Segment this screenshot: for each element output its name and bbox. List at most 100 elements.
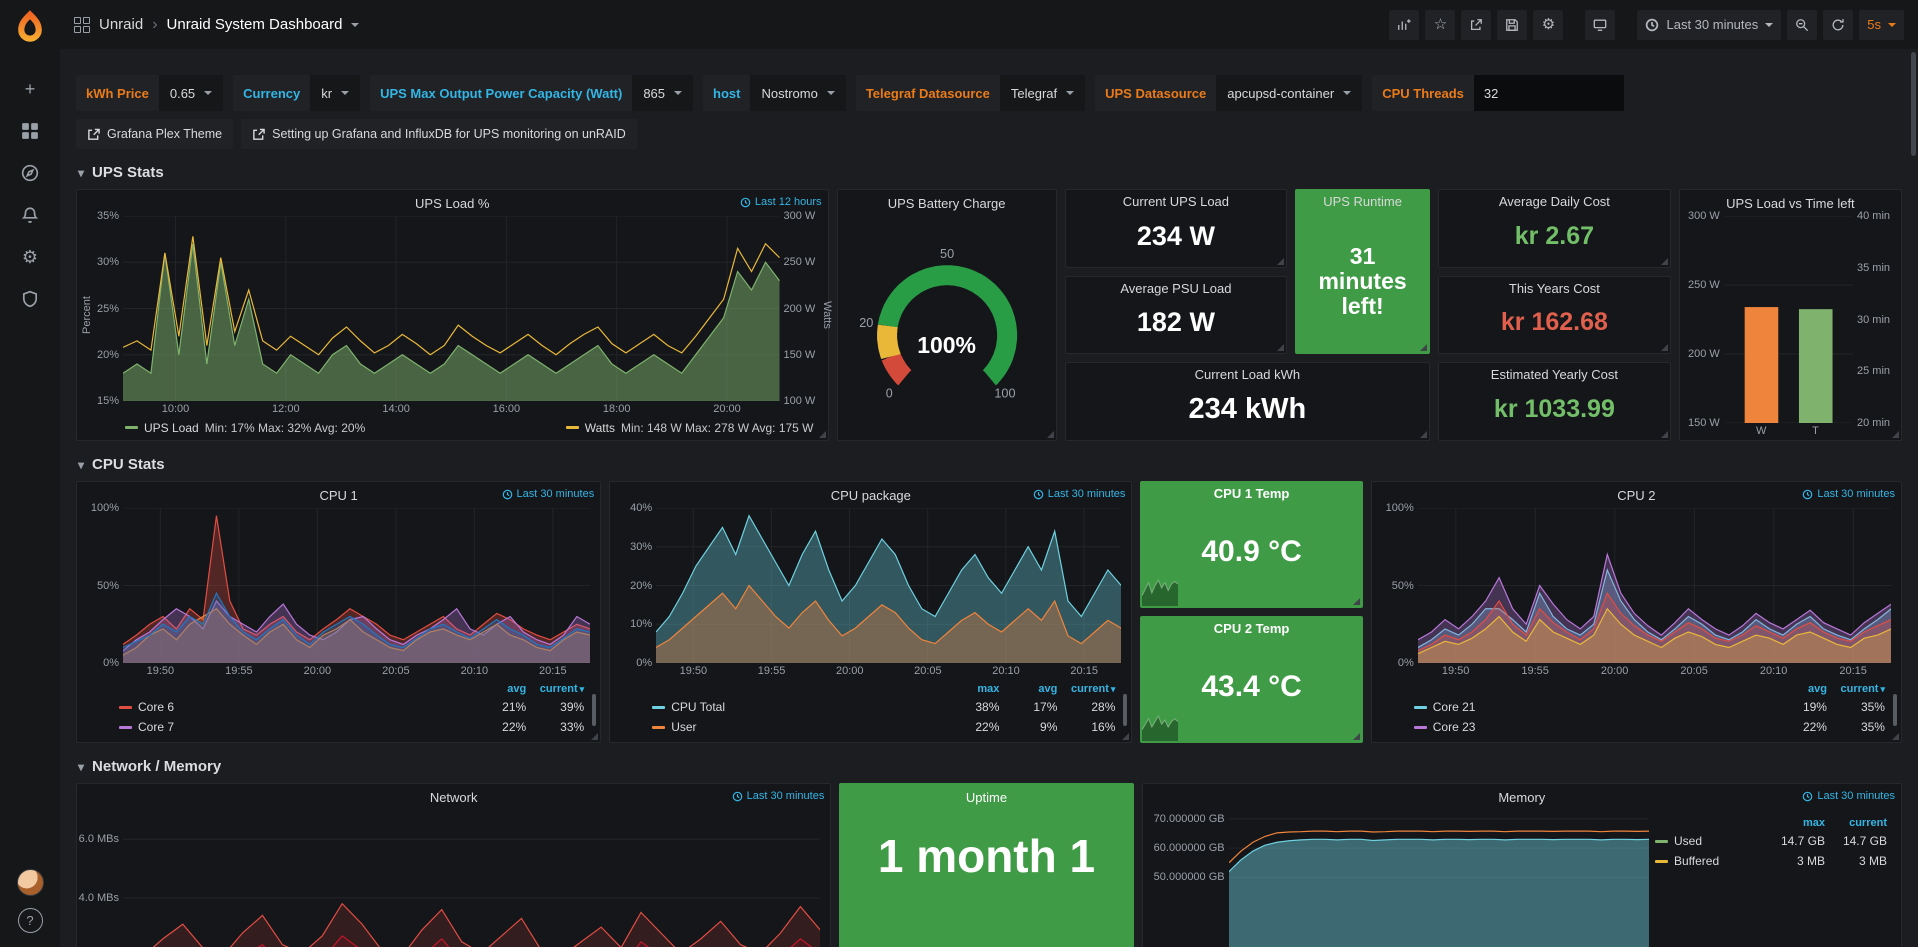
panel-resize-handle[interactable] bbox=[1420, 431, 1427, 438]
panel-resize-handle[interactable] bbox=[1420, 344, 1427, 351]
panel-resize-handle[interactable] bbox=[1892, 431, 1899, 438]
legend-series-toggle[interactable]: CPU Total bbox=[652, 700, 941, 714]
plot-area[interactable] bbox=[1229, 810, 1649, 947]
legend-sort-column[interactable]: avg bbox=[999, 683, 1057, 695]
user-avatar[interactable] bbox=[17, 869, 44, 896]
refresh-button[interactable] bbox=[1823, 10, 1853, 40]
panel-title[interactable]: UPS Battery Charge bbox=[888, 196, 1006, 211]
panel-title[interactable]: CPU 1 bbox=[319, 488, 357, 503]
plot-area[interactable] bbox=[1418, 508, 1891, 663]
panel-title[interactable]: Memory bbox=[1498, 790, 1545, 805]
panel-title[interactable]: CPU 1 Temp bbox=[1214, 486, 1290, 501]
legend-sort-column[interactable]: avg bbox=[1769, 683, 1827, 695]
add-panel-button[interactable] bbox=[1389, 10, 1419, 40]
legend-sort-column[interactable]: current bbox=[526, 683, 584, 695]
star-button[interactable]: ☆ bbox=[1425, 10, 1455, 40]
panel-title[interactable]: Uptime bbox=[966, 790, 1007, 805]
save-button[interactable] bbox=[1497, 10, 1527, 40]
panel-title[interactable]: Current UPS Load bbox=[1123, 194, 1229, 209]
graph-area[interactable]: 2.0 MBs4.0 MBs6.0 MBs bbox=[77, 810, 830, 947]
legend-series-toggle[interactable]: Buffered bbox=[1655, 854, 1763, 868]
variable-value-dropdown[interactable]: Telegraf bbox=[1000, 75, 1085, 111]
legend-scrollbar[interactable] bbox=[592, 694, 596, 726]
panel-resize-handle[interactable] bbox=[1353, 598, 1360, 605]
legend-item[interactable]: UPS LoadMin: 17% Max: 32% Avg: 20% bbox=[125, 421, 365, 435]
plot-area[interactable] bbox=[656, 508, 1121, 663]
plot-area[interactable] bbox=[123, 508, 590, 663]
legend-sort-column[interactable]: max bbox=[941, 683, 999, 695]
variable-value-dropdown[interactable]: 0.65 bbox=[159, 75, 223, 111]
variable-value-dropdown[interactable]: kr bbox=[310, 75, 360, 111]
legend-sort-column[interactable]: current bbox=[1057, 683, 1115, 695]
dashboard-grid-icon[interactable] bbox=[74, 17, 90, 33]
plot-area[interactable] bbox=[1724, 216, 1853, 423]
panel-resize-handle[interactable] bbox=[1353, 733, 1360, 740]
create-button[interactable]: + bbox=[11, 72, 49, 106]
graph-area[interactable]: 0%50%100% 19:5019:5520:0020:0520:1020:15 bbox=[77, 508, 600, 680]
grafana-logo[interactable] bbox=[12, 8, 48, 44]
panel-resize-handle[interactable] bbox=[1122, 733, 1129, 740]
zoom-out-button[interactable] bbox=[1787, 10, 1817, 40]
dashboard-settings-button[interactable]: ⚙ bbox=[1533, 10, 1563, 40]
panel-resize-handle[interactable] bbox=[591, 733, 598, 740]
sidebar-item-dashboards[interactable] bbox=[11, 114, 49, 148]
variable-value-dropdown[interactable]: apcupsd-container bbox=[1216, 75, 1362, 111]
variable-value-dropdown[interactable]: 865 bbox=[632, 75, 693, 111]
sidebar-item-server-admin[interactable] bbox=[11, 282, 49, 316]
legend-scrollbar[interactable] bbox=[1893, 694, 1897, 726]
legend-sort-column[interactable]: current bbox=[1825, 817, 1887, 829]
panel-title[interactable]: Estimated Yearly Cost bbox=[1491, 367, 1618, 382]
panel-resize-handle[interactable] bbox=[1277, 258, 1284, 265]
panel-resize-handle[interactable] bbox=[1661, 431, 1668, 438]
panel-title[interactable]: UPS Runtime bbox=[1323, 194, 1402, 209]
breadcrumb-folder[interactable]: Unraid bbox=[99, 16, 143, 33]
plot-area[interactable] bbox=[123, 810, 820, 947]
dashboard-link[interactable]: Setting up Grafana and InfluxDB for UPS … bbox=[241, 119, 637, 149]
dashboard-title[interactable]: Unraid System Dashboard bbox=[167, 16, 343, 33]
legend-sort-column[interactable]: current bbox=[1827, 683, 1885, 695]
refresh-interval-dropdown[interactable]: 5s bbox=[1859, 10, 1904, 40]
panel-title[interactable]: This Years Cost bbox=[1509, 281, 1600, 296]
sidebar-item-alerting[interactable] bbox=[11, 198, 49, 232]
panel-title[interactable]: CPU package bbox=[831, 488, 911, 503]
dashboard-link[interactable]: Grafana Plex Theme bbox=[76, 119, 233, 149]
sidebar-item-configuration[interactable]: ⚙ bbox=[11, 240, 49, 274]
graph-area[interactable]: 0%50%100% 19:5019:5520:0020:0520:1020:15 bbox=[1372, 508, 1901, 680]
help-button[interactable]: ? bbox=[18, 908, 43, 933]
legend-item[interactable]: WattsMin: 148 W Max: 278 W Avg: 175 W bbox=[566, 421, 814, 435]
panel-resize-handle[interactable] bbox=[1277, 344, 1284, 351]
graph-area[interactable]: Percent 15%20%25%30%35% 100 W150 W200 W2… bbox=[77, 216, 828, 418]
sidebar-item-explore[interactable] bbox=[11, 156, 49, 190]
panel-title[interactable]: UPS Load % bbox=[415, 196, 489, 211]
tv-mode-button[interactable] bbox=[1585, 10, 1615, 40]
legend-series-toggle[interactable]: User bbox=[652, 720, 941, 734]
section-header-cpu-stats[interactable]: ▾ CPU Stats bbox=[76, 441, 1902, 481]
panel-resize-handle[interactable] bbox=[1892, 733, 1899, 740]
variable-value-dropdown[interactable]: Nostromo bbox=[750, 75, 845, 111]
plot-area[interactable] bbox=[123, 216, 780, 401]
legend-series-toggle[interactable]: Core 23 bbox=[1414, 720, 1769, 734]
panel-resize-handle[interactable] bbox=[819, 431, 826, 438]
panel-title[interactable]: CPU 2 bbox=[1617, 488, 1655, 503]
section-header-network-memory[interactable]: ▾ Network / Memory bbox=[76, 743, 1902, 783]
legend-series-toggle[interactable]: Core 7 bbox=[119, 720, 468, 734]
graph-area[interactable]: 0%10%20%30%40% 19:5019:5520:0020:0520:10… bbox=[610, 508, 1131, 680]
panel-title[interactable]: UPS Load vs Time left bbox=[1726, 196, 1855, 211]
caret-down-icon[interactable] bbox=[351, 23, 359, 27]
panel-resize-handle[interactable] bbox=[1661, 258, 1668, 265]
panel-title[interactable]: Current Load kWh bbox=[1195, 367, 1301, 382]
share-button[interactable] bbox=[1461, 10, 1491, 40]
legend-series-toggle[interactable]: Core 6 bbox=[119, 700, 468, 714]
page-scrollbar[interactable] bbox=[1911, 52, 1916, 156]
panel-resize-handle[interactable] bbox=[1661, 344, 1668, 351]
variable-input[interactable] bbox=[1474, 75, 1624, 111]
legend-sort-column[interactable]: avg bbox=[468, 683, 526, 695]
panel-title[interactable]: Average PSU Load bbox=[1120, 281, 1231, 296]
legend-series-toggle[interactable]: Used bbox=[1655, 834, 1763, 848]
legend-sort-column[interactable]: max bbox=[1763, 817, 1825, 829]
panel-title[interactable]: Network bbox=[430, 790, 478, 805]
graph-area[interactable]: 150 W200 W250 W300 W 20 min25 min30 min3… bbox=[1680, 216, 1901, 440]
legend-scrollbar[interactable] bbox=[1123, 694, 1127, 726]
panel-resize-handle[interactable] bbox=[1047, 431, 1054, 438]
legend-series-toggle[interactable]: Core 21 bbox=[1414, 700, 1769, 714]
